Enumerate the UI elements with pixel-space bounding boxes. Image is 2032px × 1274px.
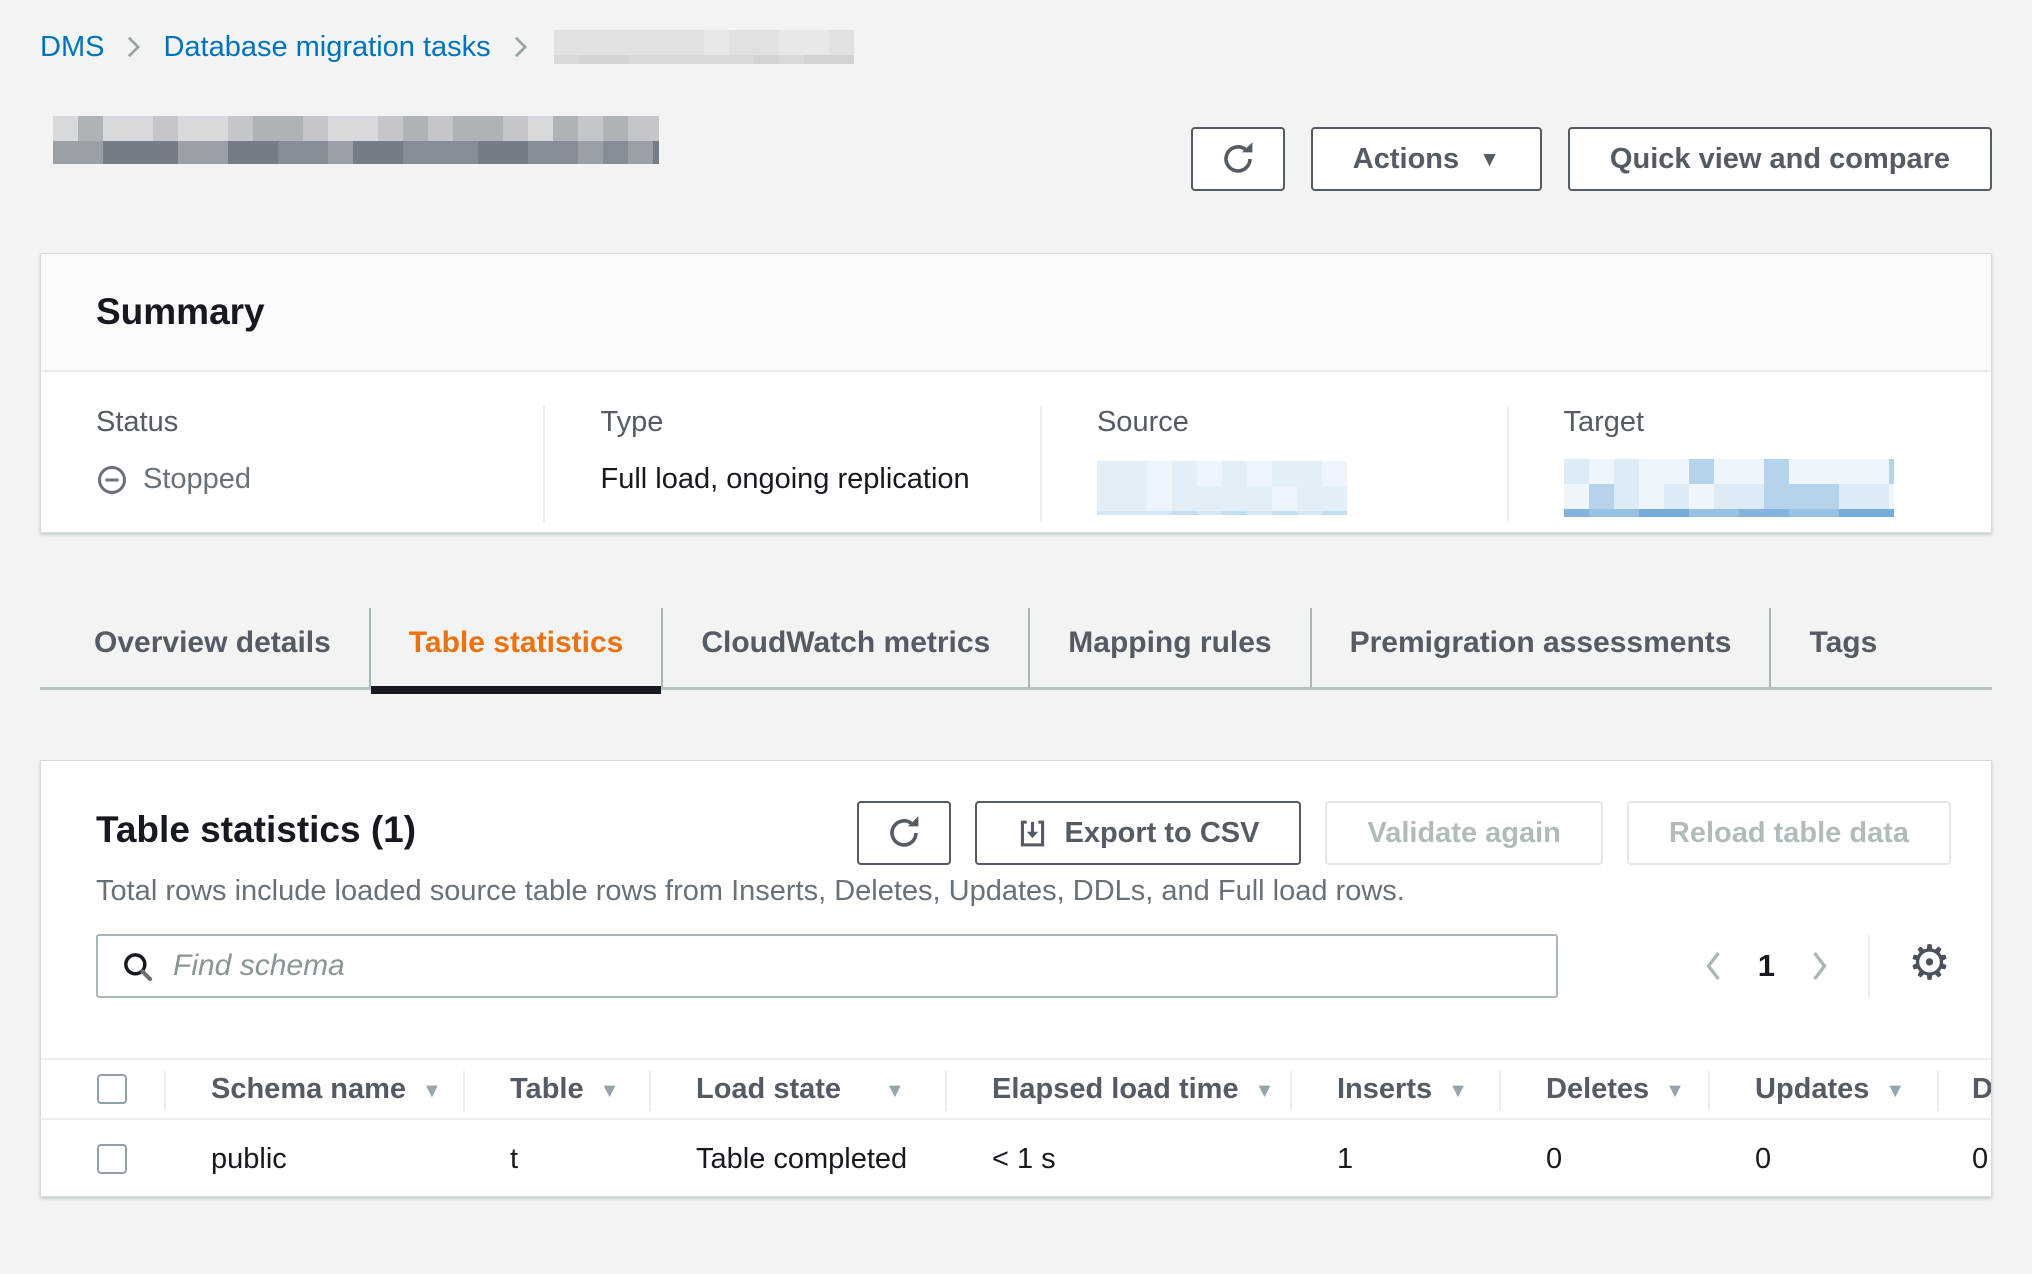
page-number[interactable]: 1 [1754, 948, 1779, 984]
cell-inserts: 1 [1291, 1120, 1500, 1197]
table-controls: 1 ⚙ [41, 934, 1991, 998]
column-header-updates[interactable]: Updates▼ [1709, 1060, 1938, 1118]
refresh-icon [886, 815, 922, 851]
cell-ddls-clipped: 0 [1938, 1120, 1992, 1197]
page-actions: Actions ▼ Quick view and compare [1191, 127, 1992, 191]
summary-field-target: Target [1507, 406, 1992, 522]
table-header-row: Schema name▼ Table▼ Load state▼ Elapsed … [41, 1058, 1991, 1120]
chevron-right-icon [513, 35, 528, 59]
status-text: Stopped [143, 463, 251, 496]
export-to-csv-label: Export to CSV [1064, 817, 1259, 850]
caret-down-icon: ▼ [1479, 148, 1500, 172]
cell-elapsed-load-time: < 1 s [946, 1120, 1291, 1197]
find-schema-input[interactable] [173, 936, 1556, 996]
summary-card-header: Summary [41, 254, 1991, 372]
tab-tags[interactable]: Tags [1771, 598, 1915, 687]
source-link-redacted[interactable] [1097, 461, 1347, 515]
previous-page-icon[interactable] [1703, 949, 1724, 983]
export-to-csv-button[interactable]: Export to CSV [975, 801, 1301, 865]
cell-load-state: Table completed [650, 1120, 946, 1197]
validate-again-button[interactable]: Validate again [1325, 801, 1602, 865]
summary-card: Summary Status Stopped Type Full load, o… [40, 253, 1992, 533]
tab-cloudwatch-metrics[interactable]: CloudWatch metrics [663, 598, 1028, 687]
stopped-circle-minus-icon [96, 464, 128, 496]
column-header-ddls-clipped[interactable]: D [1938, 1060, 1992, 1118]
sort-icon: ▼ [885, 1080, 905, 1103]
table-statistics-header: Table statistics (1) Export to CSV Valid… [41, 761, 1991, 865]
select-all-header [41, 1060, 165, 1118]
actions-button[interactable]: Actions ▼ [1311, 127, 1542, 191]
summary-field-status: Status Stopped [41, 406, 543, 522]
sort-icon: ▼ [1255, 1080, 1275, 1103]
breadcrumb-link-dms[interactable]: DMS [40, 31, 104, 64]
tab-overview-details[interactable]: Overview details [56, 598, 369, 687]
table-statistics-table: Schema name▼ Table▼ Load state▼ Elapsed … [41, 1058, 1991, 1197]
breadcrumb-current-redacted [554, 30, 854, 64]
table-row: public t Table completed < 1 s 1 0 0 0 [41, 1120, 1991, 1197]
sort-icon: ▼ [422, 1080, 442, 1103]
sort-icon: ▼ [1885, 1080, 1905, 1103]
refresh-button[interactable] [1191, 127, 1285, 191]
tab-premigration-assessments[interactable]: Premigration assessments [1312, 598, 1770, 687]
table-statistics-description: Total rows include loaded source table r… [41, 875, 1991, 908]
table-statistics-title: Table statistics (1) [96, 801, 416, 851]
quick-view-compare-button[interactable]: Quick view and compare [1568, 127, 1992, 191]
page-title-redacted [53, 116, 659, 164]
column-header-elapsed-load-time[interactable]: Elapsed load time▼ [946, 1060, 1291, 1118]
sort-icon: ▼ [1448, 1080, 1468, 1103]
actions-button-label: Actions [1353, 143, 1459, 176]
select-all-checkbox[interactable] [97, 1074, 127, 1104]
summary-field-type: Type Full load, ongoing replication [543, 406, 1039, 522]
column-header-schema-name[interactable]: Schema name▼ [165, 1060, 464, 1118]
sort-icon: ▼ [600, 1080, 620, 1103]
cell-table: t [464, 1120, 650, 1197]
chevron-right-icon [126, 35, 141, 59]
pagination: 1 ⚙ [1703, 935, 1951, 997]
summary-title: Summary [96, 291, 265, 333]
tab-table-statistics[interactable]: Table statistics [371, 598, 662, 687]
type-value: Full load, ongoing replication [600, 463, 1039, 496]
row-checkbox[interactable] [97, 1144, 127, 1174]
breadcrumb: DMS Database migration tasks [40, 30, 854, 64]
schema-search-box [96, 934, 1558, 998]
cell-schema-name: public [165, 1120, 464, 1197]
column-header-inserts[interactable]: Inserts▼ [1291, 1060, 1500, 1118]
pagination-divider [1868, 935, 1870, 997]
download-icon [1017, 818, 1048, 849]
target-label: Target [1564, 406, 1992, 439]
summary-field-source: Source [1040, 406, 1507, 522]
table-statistics-actions: Export to CSV Validate again Reload tabl… [857, 801, 1951, 865]
sort-icon: ▼ [1665, 1080, 1685, 1103]
table-refresh-button[interactable] [857, 801, 951, 865]
reload-table-data-button[interactable]: Reload table data [1627, 801, 1951, 865]
type-label: Type [600, 406, 1039, 439]
next-page-icon[interactable] [1809, 949, 1830, 983]
column-header-load-state[interactable]: Load state▼ [650, 1060, 946, 1118]
refresh-icon [1220, 141, 1256, 177]
search-icon [120, 949, 155, 984]
cell-updates: 0 [1709, 1120, 1938, 1197]
column-header-deletes[interactable]: Deletes▼ [1500, 1060, 1709, 1118]
table-statistics-card: Table statistics (1) Export to CSV Valid… [40, 760, 1992, 1197]
tab-mapping-rules[interactable]: Mapping rules [1030, 598, 1309, 687]
cell-deletes: 0 [1500, 1120, 1709, 1197]
status-label: Status [96, 406, 543, 439]
summary-body: Status Stopped Type Full load, ongoing r… [41, 372, 1991, 522]
settings-gear-icon[interactable]: ⚙ [1908, 940, 1951, 988]
breadcrumb-link-migration-tasks[interactable]: Database migration tasks [163, 31, 490, 64]
target-link-redacted[interactable] [1564, 459, 1894, 517]
source-label: Source [1097, 406, 1507, 439]
task-tabs: Overview details Table statistics CloudW… [40, 598, 1992, 690]
column-header-table[interactable]: Table▼ [464, 1060, 650, 1118]
status-value: Stopped [96, 463, 543, 496]
